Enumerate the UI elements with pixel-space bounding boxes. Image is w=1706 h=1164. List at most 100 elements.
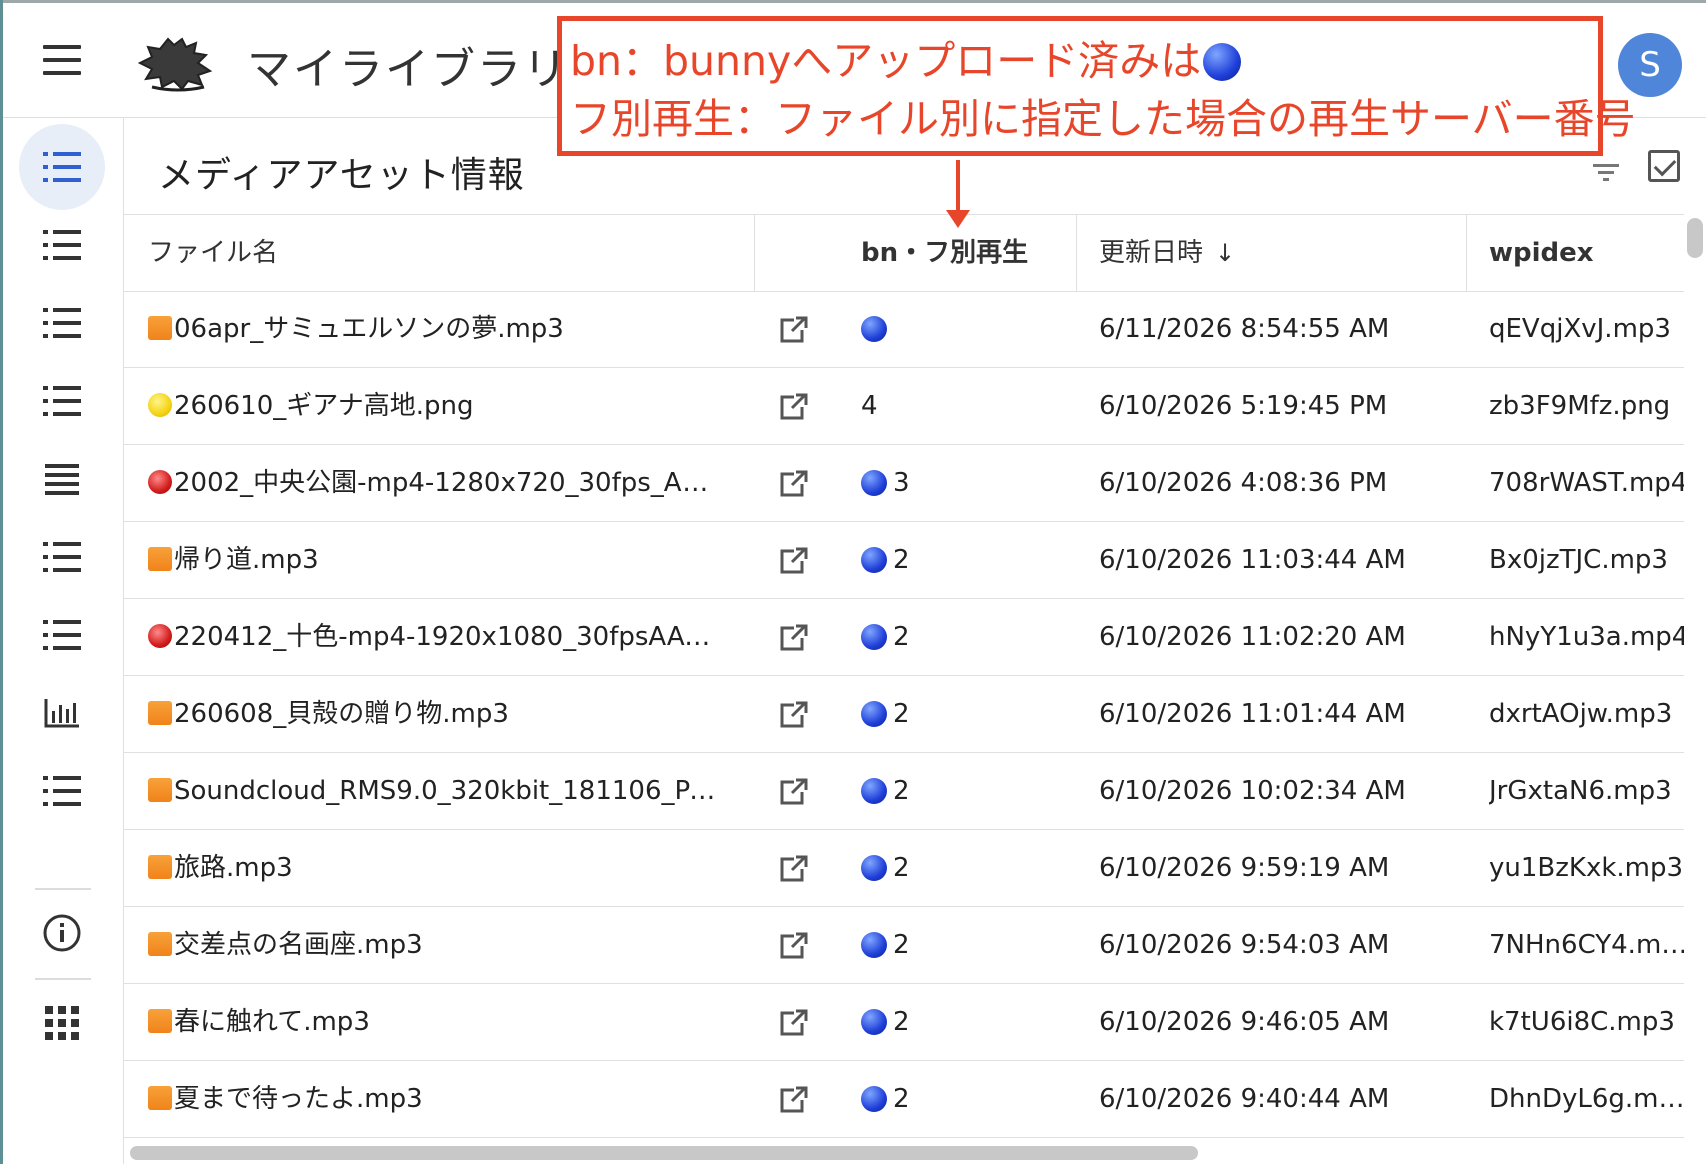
column-separator [754,215,755,291]
open-external-icon[interactable] [778,855,818,883]
list-icon [43,776,81,806]
table-row[interactable]: Soundcloud_RMS9.0_320kbit_181106_Port-To… [124,753,1684,830]
server-number: 2 [893,930,910,960]
wpidex-cell: Bx0jzTJC.mp3 [1489,545,1668,575]
wpidex-cell: 708rWAST.mp4 [1489,468,1684,498]
sidebar-item-apps[interactable] [19,980,105,1066]
annotation-box: bn：bunnyへアップロード済みは フ別再生：ファイル別に指定した場合の再生サ… [557,16,1636,156]
wpidex-cell: k7tU6i8C.mp3 [1489,1007,1675,1037]
wpidex-cell: JrGxtaN6.mp3 [1489,776,1672,806]
blue-circle-icon [861,701,887,727]
column-separator [1466,215,1467,291]
select-checkbox-icon[interactable] [1648,150,1680,182]
table-row[interactable]: 260608_貝殻の贈り物.mp3 2 6/10/2026 11:01:44 AM d… [124,676,1684,753]
list-icon [43,542,81,572]
table-header: ファイル名 bn・フ別再生 更新日時 ↓ wpidex [124,215,1684,292]
open-external-icon[interactable] [778,701,818,729]
sidebar-item-4[interactable] [19,358,105,444]
sidebar-item-3[interactable] [19,280,105,366]
open-external-icon[interactable] [778,624,818,652]
sidebar-item-7[interactable] [19,592,105,678]
server-number: 2 [893,545,910,575]
file-name-cell: 春に触れて.mp3 [148,984,716,1060]
wpidex-cell: yu1BzKxk.mp3 [1489,853,1684,883]
server-number: 2 [893,622,910,652]
bn-server-cell: 2 [861,984,1061,1060]
updated-date-cell: 6/10/2026 4:08:36 PM [1099,468,1388,498]
file-name-cell: 220412_十色-mp4-1920x1080_30fpsAAC256kb...… [148,599,716,675]
updated-date-cell: 6/10/2026 9:54:03 AM [1099,930,1390,960]
red-circle-icon [148,624,172,648]
sidebar-item-2[interactable] [19,202,105,288]
open-external-icon[interactable] [778,778,818,806]
section-title: メディアアセット情報 [158,155,525,196]
file-name-text: 220412_十色-mp4-1920x1080_30fpsAAC256kb...… [174,622,716,652]
server-number: 3 [893,468,910,498]
bn-server-cell: 3 [861,445,1061,521]
annotation-line-2: フ別再生：ファイル別に指定した場合の再生サーバー番号 [570,95,1636,143]
sidebar-item-info[interactable] [19,890,105,976]
header-filename[interactable]: ファイル名 [148,215,278,291]
server-number: 2 [893,699,910,729]
orange-square-icon [148,932,172,956]
open-external-icon[interactable] [778,470,818,498]
table-row[interactable]: 2002_中央公園-mp4-1280x720_30fps_AAC.mp4 3 6/1… [124,445,1684,522]
bn-server-cell [861,291,1061,367]
table-row[interactable]: 春に触れて.mp3 2 6/10/2026 9:46:05 AM k7tU6i8C.m… [124,984,1684,1061]
bn-server-cell: 2 [861,676,1061,752]
open-external-icon[interactable] [778,932,818,960]
sidebar-item-8[interactable] [19,670,105,756]
vertical-scrollbar[interactable] [1687,218,1703,258]
server-number: 2 [893,1084,910,1114]
header-wpidex[interactable]: wpidex [1489,215,1594,291]
open-external-icon[interactable] [778,393,818,421]
orange-square-icon [148,778,172,802]
red-circle-icon [148,470,172,494]
list-icon [43,386,81,416]
sidebar-item-6[interactable] [19,514,105,600]
table-row[interactable]: 220412_十色-mp4-1920x1080_30fpsAAC256kb...… [124,599,1684,676]
table-row[interactable]: 260610_ギアナ高地.png 4 6/10/2026 5:19:45 PM zb3… [124,368,1684,445]
server-number: 2 [893,776,910,806]
table-row[interactable]: 交差点の名画座.mp3 2 6/10/2026 9:54:03 AM 7NHn6CY4… [124,907,1684,984]
list-icon [43,620,81,650]
media-table: ファイル名 bn・フ別再生 更新日時 ↓ wpidex 06apr_サミュエルソン… [124,214,1684,1145]
table-row[interactable]: 06apr_サミュエルソンの夢.mp3 6/11/2026 8:54:55 AM q… [124,291,1684,368]
header-bn[interactable]: bn・フ別再生 [861,215,1028,291]
bn-server-cell: 2 [861,1061,1061,1137]
bn-server-cell: 2 [861,830,1061,906]
file-name-text: 260610_ギアナ高地.png [174,391,474,421]
updated-date-cell: 6/10/2026 10:02:34 AM [1099,776,1406,806]
sidebar-item-9[interactable] [19,748,105,834]
updated-date-cell: 6/10/2026 11:02:20 AM [1099,622,1406,652]
bn-server-cell: 2 [861,599,1061,675]
open-external-icon[interactable] [778,547,818,575]
table-row[interactable]: 旅路.mp3 2 6/10/2026 9:59:19 AM yu1BzKxk.mp3 [124,830,1684,907]
open-external-icon[interactable] [778,316,818,344]
horizontal-scrollbar[interactable] [130,1146,1198,1160]
file-name-text: 2002_中央公園-mp4-1280x720_30fps_AAC.mp4 [174,468,716,498]
open-external-icon[interactable] [778,1009,818,1037]
header-date[interactable]: 更新日時 ↓ [1099,215,1235,291]
header-date-label: 更新日時 [1099,238,1204,268]
filter-icon[interactable] [1591,158,1621,188]
orange-square-icon [148,316,172,340]
file-name-cell: Soundcloud_RMS9.0_320kbit_181106_Port-To… [148,753,716,829]
sidebar-nav [3,118,124,1164]
table-row[interactable]: 夏まで待ったよ.mp3 2 6/10/2026 9:40:44 AM DhnDyL6g… [124,1061,1684,1138]
server-number: 2 [893,853,910,883]
file-name-cell: 260610_ギアナ高地.png [148,368,716,444]
file-name-text: 帰り道.mp3 [174,545,319,575]
sidebar-item-1[interactable] [19,124,105,210]
blue-circle-icon [861,624,887,650]
sidebar-item-5[interactable] [19,436,105,522]
table-row[interactable]: 帰り道.mp3 2 6/10/2026 11:03:44 AM Bx0jzTJC.mp… [124,522,1684,599]
file-name-text: 春に触れて.mp3 [174,1007,370,1037]
updated-date-cell: 6/10/2026 5:19:45 PM [1099,391,1388,421]
open-external-icon[interactable] [778,1086,818,1114]
blue-circle-icon [861,1086,887,1112]
blue-circle-icon [861,932,887,958]
hamburger-menu-icon[interactable] [43,45,83,79]
annotation-line-1: bn：bunnyへアップロード済みは [570,27,1242,87]
wpidex-cell: DhnDyL6g.mp3 [1489,1084,1684,1114]
